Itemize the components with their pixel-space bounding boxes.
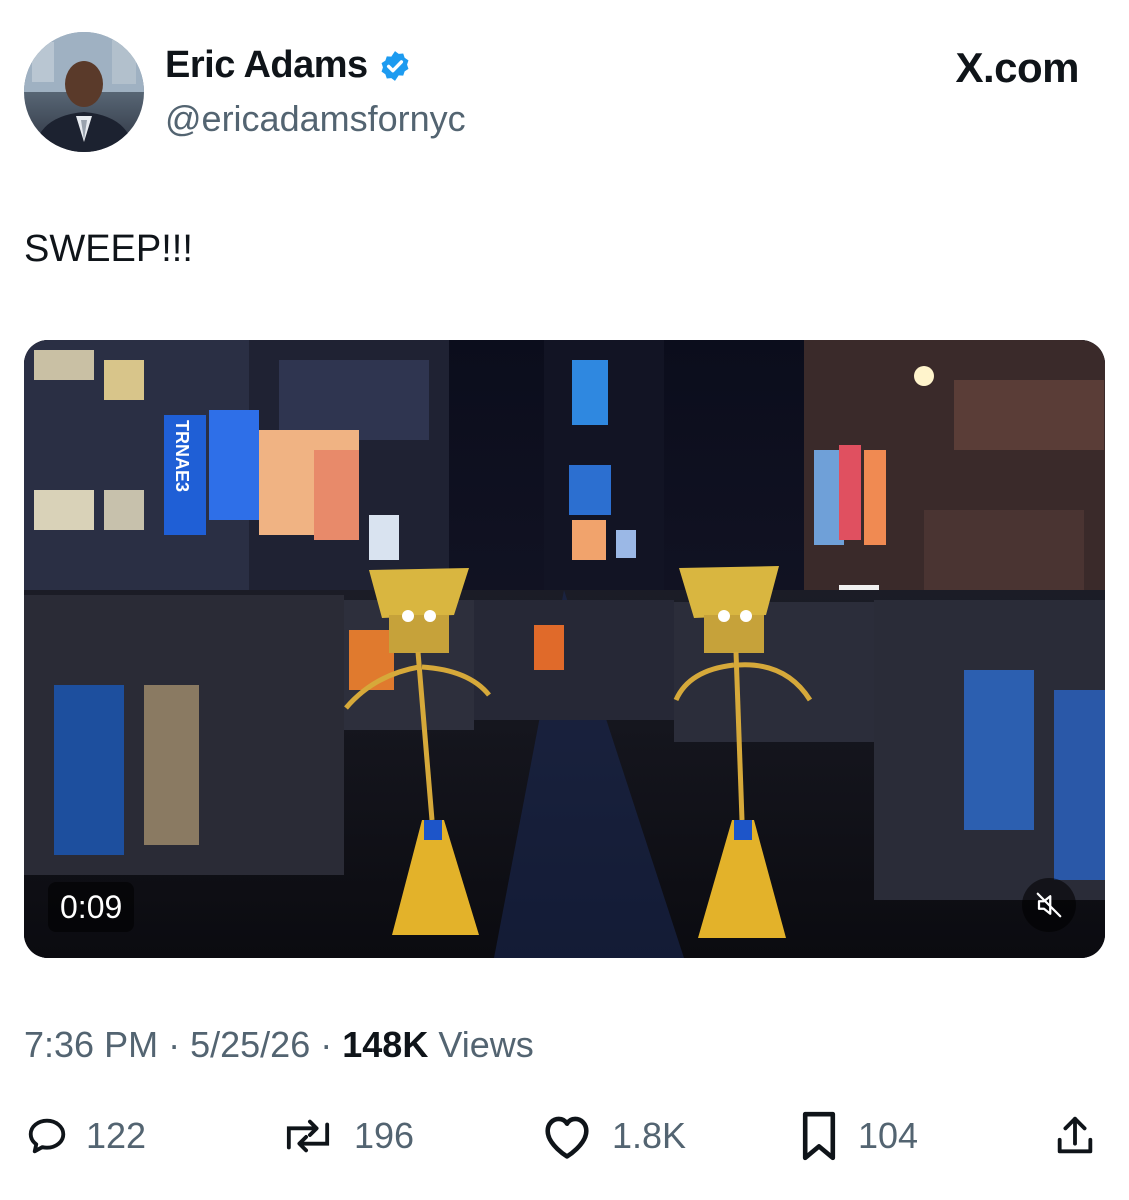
author-handle[interactable]: @ericadamsfornyc <box>165 98 466 140</box>
repost-button[interactable]: 196 <box>278 1108 414 1164</box>
heart-icon <box>545 1116 589 1159</box>
reply-count: 122 <box>86 1115 147 1156</box>
reply-button[interactable]: 122 <box>24 1108 146 1164</box>
billboard-text: TRNAE3 <box>172 420 192 492</box>
video-player[interactable]: TRNAE3 <box>24 340 1105 958</box>
reply-icon <box>28 1118 66 1154</box>
video-frame: TRNAE3 <box>24 340 1105 958</box>
tweet-time[interactable]: 7:36 PM <box>24 1024 158 1065</box>
mute-button[interactable] <box>1022 878 1076 932</box>
verified-check-icon <box>381 50 409 81</box>
views-count: 148K <box>342 1024 429 1065</box>
share-button[interactable] <box>1052 1108 1098 1164</box>
avatar-portrait <box>24 32 144 152</box>
tweet-date[interactable]: 5/25/26 <box>190 1024 310 1065</box>
brand-label: X.com <box>955 44 1079 91</box>
video-duration: 0:09 <box>48 882 135 932</box>
bookmark-count: 104 <box>858 1115 919 1156</box>
repost-icon <box>286 1119 330 1153</box>
repost-count: 196 <box>354 1115 415 1156</box>
like-count: 1.8K <box>612 1115 687 1156</box>
share-icon <box>1057 1116 1093 1154</box>
tweet-text: SWEEP!!! <box>24 228 193 270</box>
views-label: Views <box>438 1024 534 1065</box>
author-avatar[interactable] <box>24 32 144 152</box>
author-name-row[interactable]: Eric Adams <box>165 44 412 87</box>
speaker-muted-icon <box>1036 892 1062 918</box>
bookmark-icon <box>802 1111 836 1161</box>
meta-separator: · <box>320 1024 333 1065</box>
author-display-name[interactable]: Eric Adams <box>165 44 368 87</box>
meta-separator: · <box>168 1024 181 1065</box>
bookmark-button[interactable]: 104 <box>796 1108 918 1164</box>
like-button[interactable]: 1.8K <box>538 1108 686 1164</box>
tweet-meta: 7:36 PM · 5/25/26 · 148K Views <box>24 1024 534 1066</box>
